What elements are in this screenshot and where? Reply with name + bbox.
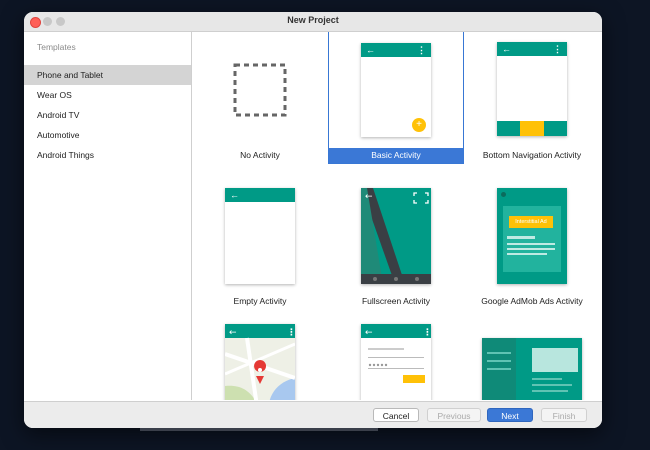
back-arrow-icon: ←: [366, 45, 375, 55]
previous-button[interactable]: Previous: [427, 408, 481, 422]
maps-activity-preview: ← ⋮: [225, 324, 295, 400]
fullscreen-activity-preview: ←: [361, 188, 431, 284]
fab-add-icon: +: [412, 118, 426, 132]
sidebar-item-android-tv[interactable]: Android TV: [24, 105, 191, 125]
ad-card: Interstitial Ad: [503, 206, 561, 272]
svg-text:←: ←: [229, 328, 237, 338]
sidebar-item-wear-os[interactable]: Wear OS: [24, 85, 191, 105]
app-bar: ← ⋮: [361, 43, 431, 57]
overflow-menu-icon: ⋮: [417, 45, 426, 55]
template-no-activity[interactable]: No Activity: [192, 32, 328, 166]
title-bar: New Project: [24, 12, 602, 32]
bottom-nav-selected-item: [520, 121, 544, 136]
template-login-activity[interactable]: ← ⋮: [328, 322, 464, 400]
login-activity-preview: ← ⋮: [361, 324, 431, 400]
background-window-edge: [140, 428, 378, 431]
template-maps-activity[interactable]: ← ⋮: [192, 322, 328, 400]
next-button[interactable]: Next: [487, 408, 533, 422]
sidebar-item-automotive[interactable]: Automotive: [24, 125, 191, 145]
template-label: Google AdMob Ads Activity: [481, 296, 583, 306]
overflow-menu-icon: ⋮: [553, 44, 562, 54]
interstitial-ad-badge: Interstitial Ad: [509, 216, 553, 228]
templates-sidebar: Templates Phone and Tablet Wear OS Andro…: [24, 32, 192, 400]
camera-dot: [501, 192, 506, 197]
window-title: New Project: [287, 15, 339, 25]
dialog-footer: Cancel Previous Next Finish: [24, 401, 602, 428]
app-bar: ←: [225, 188, 295, 202]
template-fullscreen-activity[interactable]: ← Fullscreen Activity: [328, 178, 464, 312]
svg-text:←: ←: [365, 192, 373, 202]
admob-activity-preview: Interstitial Ad: [497, 188, 567, 284]
cancel-button[interactable]: Cancel: [373, 408, 419, 422]
template-label: Basic Activity: [329, 148, 463, 163]
empty-activity-preview: ←: [225, 188, 295, 284]
template-basic-activity[interactable]: ← ⋮ + Basic Activity: [328, 32, 464, 164]
templates-heading: Templates: [37, 42, 76, 52]
template-label: No Activity: [240, 150, 280, 160]
sidebar-item-phone-and-tablet[interactable]: Phone and Tablet: [24, 65, 191, 85]
master-detail-preview: [482, 338, 582, 400]
bottom-navigation-preview: ← ⋮: [497, 42, 567, 136]
basic-activity-preview: ← ⋮ +: [361, 43, 431, 137]
back-arrow-icon: ←: [502, 44, 511, 54]
template-master-detail-flow[interactable]: [464, 322, 600, 400]
svg-text:←: ←: [365, 328, 373, 338]
template-grid: No Activity ← ⋮ + Basic Activity ← ⋮ Bot…: [192, 32, 602, 400]
template-google-admob-ads-activity[interactable]: Interstitial Ad Google AdMob Ads Activit…: [464, 178, 600, 312]
template-empty-activity[interactable]: ← Empty Activity: [192, 178, 328, 312]
template-bottom-navigation-activity[interactable]: ← ⋮ Bottom Navigation Activity: [464, 32, 600, 166]
app-bar: ← ⋮: [497, 42, 567, 56]
template-label: Empty Activity: [233, 296, 287, 306]
svg-text:⋮: ⋮: [287, 328, 295, 338]
finish-button[interactable]: Finish: [541, 408, 587, 422]
dashed-square-icon: [233, 63, 287, 117]
new-project-window: New Project Templates Phone and Tablet W…: [24, 12, 602, 428]
template-label: Bottom Navigation Activity: [482, 150, 582, 160]
svg-text:⋮: ⋮: [423, 328, 431, 338]
template-label: Fullscreen Activity: [361, 296, 431, 306]
sidebar-item-android-things[interactable]: Android Things: [24, 145, 191, 165]
back-arrow-icon: ←: [230, 190, 239, 200]
